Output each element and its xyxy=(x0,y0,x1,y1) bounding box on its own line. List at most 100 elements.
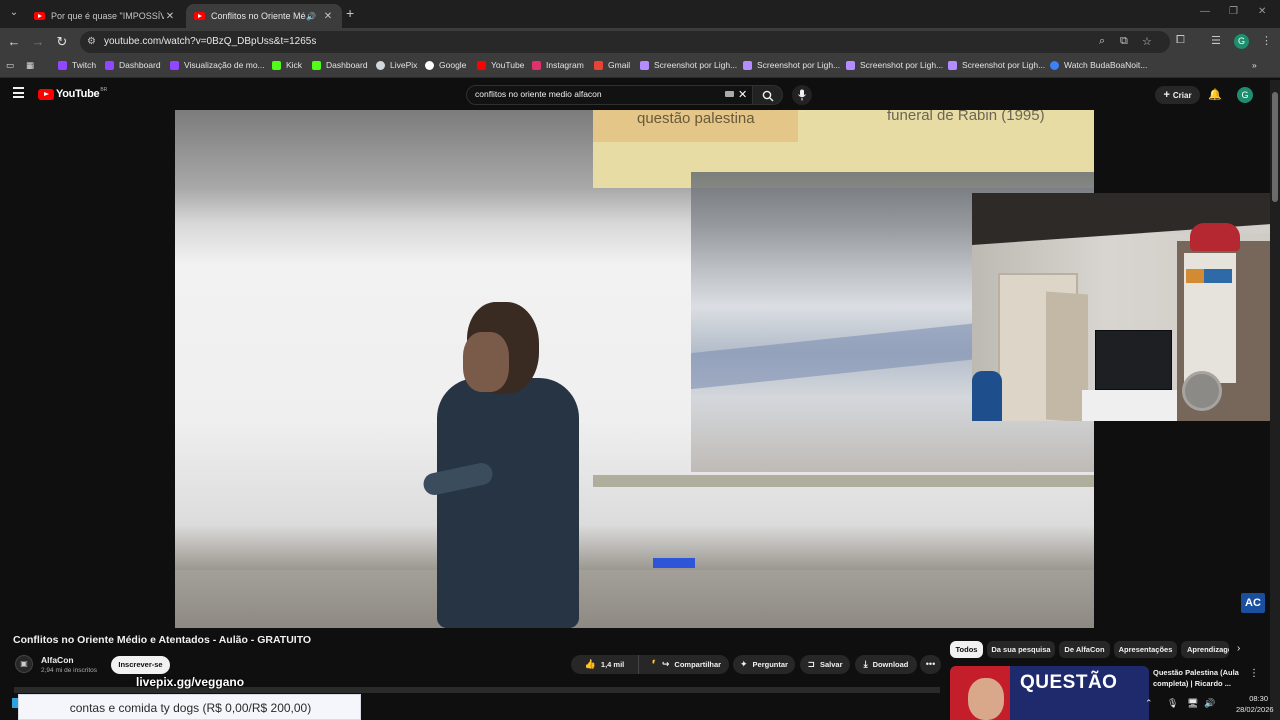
bookmark-item[interactable]: Kick xyxy=(272,60,302,70)
chevron-right-icon[interactable]: › xyxy=(1237,643,1240,654)
thumbs-up-icon: 👍 xyxy=(584,659,596,669)
tab-search-chevron-icon[interactable]: ⌄ xyxy=(6,5,22,21)
bookmark-label: Twitch xyxy=(72,60,97,70)
ellipsis-icon: ••• xyxy=(925,659,936,669)
browser-tab-1[interactable]: Por que é quase "IMPOSSÍVEL" ✕ xyxy=(26,4,184,28)
restore-icon[interactable]: ❐ xyxy=(1229,6,1238,17)
bookmark-folder-icon[interactable]: ▭ xyxy=(6,60,14,71)
recommendation-menu-icon[interactable]: ⋮ xyxy=(1249,668,1259,679)
bookmark-item[interactable]: Dashboard xyxy=(312,60,368,70)
tab-title: Conflitos no Oriente Médio xyxy=(211,11,306,21)
zoom-icon[interactable]: ⌕ xyxy=(1099,35,1105,48)
reload-icon[interactable]: ↻ xyxy=(54,34,70,50)
save-button[interactable]: ⊐ Salvar xyxy=(800,655,850,674)
taskbar-clock[interactable]: 08:30 28/02/2026 xyxy=(1236,693,1274,715)
search-button[interactable] xyxy=(753,85,783,105)
close-window-icon[interactable]: ✕ xyxy=(1258,6,1266,17)
install-app-icon[interactable]: ⧉ xyxy=(1120,35,1128,48)
download-button[interactable]: ⤓ Download xyxy=(855,655,917,674)
bookmark-item[interactable]: Visualização de mo... xyxy=(170,60,265,70)
recommendation-title[interactable]: Questão Palestina (Aula completa) | Rica… xyxy=(1153,667,1243,689)
bookmark-save-icon: ⊐ xyxy=(807,659,815,669)
microphone-tray-icon[interactable]: 🎙 xyxy=(1167,698,1178,709)
cam-fan xyxy=(1182,371,1222,411)
keyboard-icon[interactable] xyxy=(725,91,734,97)
channel-name[interactable]: AlfaCon xyxy=(41,655,74,665)
more-bookmarks-icon[interactable]: » xyxy=(1252,60,1257,70)
forward-icon[interactable]: → xyxy=(30,34,46,50)
bookmark-star-icon[interactable]: ☆ xyxy=(1142,35,1152,48)
bookmark-item[interactable]: Screenshot por Ligh... xyxy=(846,60,943,70)
share-label: Compartilhar xyxy=(674,660,722,669)
bookmark-label: Instagram xyxy=(546,60,584,70)
subscribe-button[interactable]: Inscrever-se xyxy=(111,656,170,674)
bookmark-item[interactable]: Dashboard xyxy=(105,60,161,70)
cam-tv-stand xyxy=(1082,390,1182,421)
audio-playing-icon[interactable]: 🔊 xyxy=(306,12,316,21)
menu-hamburger-icon[interactable] xyxy=(13,87,24,101)
close-tab-icon[interactable]: ✕ xyxy=(322,11,334,22)
extensions-icon[interactable]: ⧠ xyxy=(1176,34,1185,47)
chip-da-sua-pesquisa[interactable]: Da sua pesquisa xyxy=(987,641,1055,658)
recommendation-thumbnail[interactable]: QUESTÃO xyxy=(950,666,1149,720)
ask-button[interactable]: ✦ Perguntar xyxy=(733,655,795,674)
notifications-bell-icon[interactable]: 🔔 xyxy=(1208,88,1222,101)
network-icon[interactable]: 🖥 xyxy=(1187,698,1198,709)
plus-icon: + xyxy=(1163,89,1170,101)
video-frame[interactable]: questão palestina funeral de Rabin (1995… xyxy=(175,110,1094,628)
chip-apresentacoes[interactable]: Apresentações xyxy=(1114,641,1177,658)
minimize-icon[interactable]: — xyxy=(1200,6,1210,17)
more-actions-button[interactable]: ••• xyxy=(920,655,941,674)
volume-icon[interactable]: 🔊 xyxy=(1204,698,1215,709)
tray-expand-icon[interactable]: ⌃ xyxy=(1145,698,1153,709)
search-input[interactable] xyxy=(475,89,715,99)
bookmark-item[interactable]: Google xyxy=(425,60,466,70)
bookmark-item[interactable]: Twitch xyxy=(58,60,96,70)
channel-watermark-logo[interactable]: AC xyxy=(1241,593,1265,613)
bookmark-item[interactable]: LivePix xyxy=(376,60,417,70)
bookmark-item[interactable]: YouTube xyxy=(477,60,524,70)
browser-menu-icon[interactable]: ⋮ xyxy=(1261,34,1272,47)
chip-aprendizagem[interactable]: Aprendizagem xyxy=(1181,641,1229,658)
presenter-face xyxy=(463,332,509,392)
share-button[interactable]: ↪ Compartilhar xyxy=(654,655,729,674)
scrollbar-thumb[interactable] xyxy=(1272,92,1278,202)
bookmark-label: Screenshot por Ligh... xyxy=(757,60,841,70)
channel-avatar[interactable]: ▣ xyxy=(15,655,33,673)
url-text[interactable]: youtube.com/watch?v=0BzQ_DBpUss&t=1265s xyxy=(104,36,316,47)
chip-de-alfacon[interactable]: De AlfaCon xyxy=(1059,641,1110,658)
search-box[interactable]: ✕ xyxy=(466,85,753,105)
profile-avatar[interactable]: G xyxy=(1234,34,1249,49)
page-scrollbar[interactable] xyxy=(1270,80,1280,720)
address-bar[interactable]: ⚙ youtube.com/watch?v=0BzQ_DBpUss&t=1265… xyxy=(80,31,1170,53)
close-tab-icon[interactable]: ✕ xyxy=(164,11,176,22)
bookmark-item[interactable]: Screenshot por Ligh... xyxy=(743,60,840,70)
create-button[interactable]: + Criar xyxy=(1155,86,1200,104)
google-icon xyxy=(425,60,434,70)
bookmark-label: Kick xyxy=(286,60,303,70)
browser-tab-2[interactable]: Conflitos no Oriente Médio 🔊 ✕ xyxy=(186,4,342,28)
site-info-icon[interactable]: ⚙ xyxy=(87,36,96,47)
bookmark-item[interactable]: Screenshot por Ligh... xyxy=(640,60,737,70)
livepix-link-overlay: livepix.gg/veggano xyxy=(136,675,245,689)
bookmark-label: Screenshot por Ligh... xyxy=(860,60,944,70)
bookmark-item[interactable]: Instagram xyxy=(532,60,584,70)
cam-bag xyxy=(1190,223,1240,251)
youtube-logo[interactable]: YouTube BR xyxy=(38,87,107,100)
video-player[interactable]: questão palestina funeral de Rabin (1995… xyxy=(0,110,1270,628)
clear-search-icon[interactable]: ✕ xyxy=(738,88,747,101)
bookmark-item[interactable]: Watch BudaBoaNoit... xyxy=(1050,60,1147,70)
bookmark-label: Screenshot por Ligh... xyxy=(962,60,1046,70)
like-button[interactable]: 👍 1,4 mil xyxy=(571,655,639,674)
thumb-face xyxy=(968,678,1004,720)
new-tab-button[interactable]: + xyxy=(346,5,360,21)
bookmark-item[interactable]: Screenshot por Ligh... xyxy=(948,60,1045,70)
lightshot-icon xyxy=(948,60,957,70)
account-avatar[interactable]: G xyxy=(1237,87,1253,103)
apps-grid-icon[interactable]: ▦ xyxy=(26,60,34,71)
chip-todos[interactable]: Todos xyxy=(950,641,983,658)
back-icon[interactable]: ← xyxy=(6,34,22,50)
reading-list-icon[interactable]: ☰ xyxy=(1211,34,1221,47)
voice-search-button[interactable] xyxy=(792,85,812,105)
bookmark-item[interactable]: Gmail xyxy=(594,60,630,70)
